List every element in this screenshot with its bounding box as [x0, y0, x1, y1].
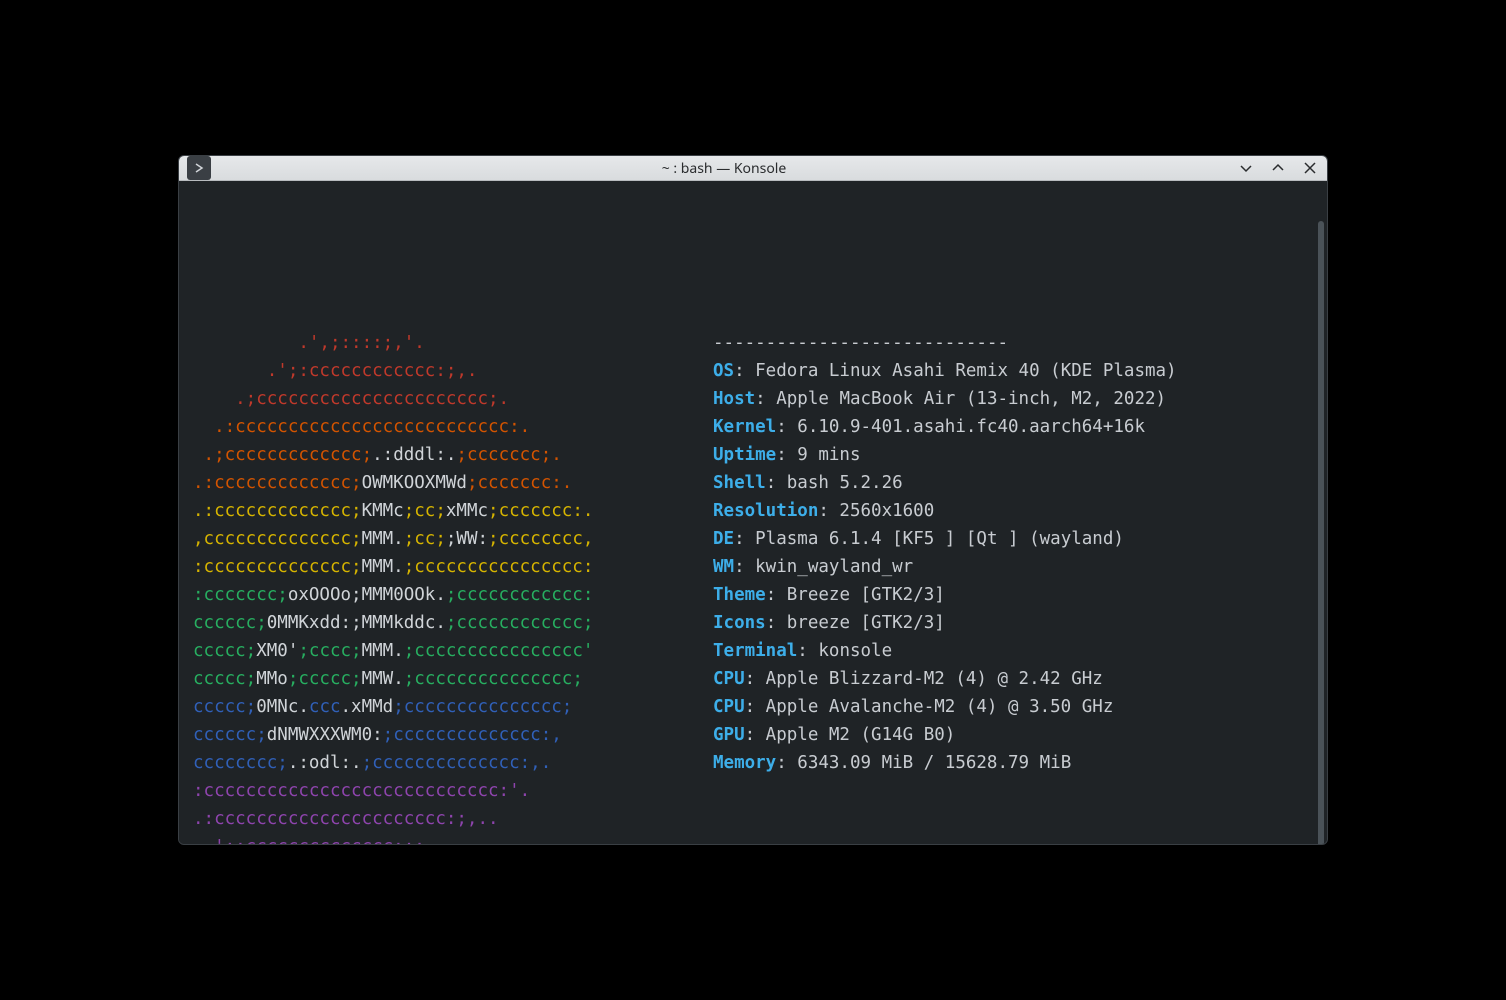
close-icon: [1303, 161, 1317, 175]
info-key-cpu1: CPU: [713, 669, 745, 689]
logo-line: .;cccccccccccccccccccccc;.: [193, 389, 509, 409]
logo-line: ccccc;: [193, 669, 256, 689]
info-key-gpu: GPU: [713, 725, 745, 745]
scrollbar[interactable]: [1318, 221, 1324, 845]
titlebar: ~ : bash — Konsole: [179, 156, 1327, 181]
terminal-area[interactable]: .',;::::;,'. .';:cccccccccccc:;,. .;cccc…: [179, 181, 1327, 845]
logo-line: .:ccccccccccccc;: [193, 473, 362, 493]
logo-line: :cccccccccccccccccccccccccccc:'.: [193, 781, 530, 801]
info-val-shell: : bash 5.2.26: [766, 473, 903, 493]
info-val-host: : Apple MacBook Air (13-inch, M2, 2022): [755, 389, 1166, 409]
info-val-icons: : breeze [GTK2/3]: [766, 613, 945, 633]
chevron-right-icon: [194, 163, 204, 173]
logo-line: '::cccccccccccccc::;,.: [193, 837, 446, 845]
info-val-terminal: : konsole: [797, 641, 892, 661]
info-key-theme: Theme: [713, 585, 766, 605]
info-key-de: DE: [713, 529, 734, 549]
info-key-kernel: Kernel: [713, 417, 776, 437]
info-val-theme: : Breeze [GTK2/3]: [766, 585, 945, 605]
info-key-shell: Shell: [713, 473, 766, 493]
info-key-icons: Icons: [713, 613, 766, 633]
close-button[interactable]: [1301, 159, 1319, 177]
info-val-uptime: : 9 mins: [776, 445, 860, 465]
logo-line: :ccccccc;: [193, 585, 288, 605]
window-title: ~ : bash — Konsole: [211, 159, 1237, 178]
info-key-terminal: Terminal: [713, 641, 797, 661]
info-separator: ----------------------------: [713, 333, 1008, 353]
info-val-wm: : kwin_wayland_wr: [734, 557, 913, 577]
info-val-gpu: : Apple M2 (G14G B0): [745, 725, 956, 745]
logo-line: ccccc;: [193, 697, 256, 717]
maximize-button[interactable]: [1269, 159, 1287, 177]
logo-line: .;ccccccccccccc;: [193, 445, 372, 465]
info-val-kernel: : 6.10.9-401.asahi.fc40.aarch64+16k: [776, 417, 1145, 437]
info-key-os: OS: [713, 361, 734, 381]
info-key-host: Host: [713, 389, 755, 409]
konsole-window: ~ : bash — Konsole .',;::::;,'. .';:cccc…: [178, 155, 1328, 845]
info-val-cpu2: : Apple Avalanche-M2 (4) @ 3.50 GHz: [745, 697, 1114, 717]
logo-line: ,cccccccccccccc;: [193, 529, 362, 549]
chevron-up-icon: [1271, 161, 1285, 175]
info-key-uptime: Uptime: [713, 445, 776, 465]
info-val-resolution: : 2560x1600: [818, 501, 934, 521]
chevron-down-icon: [1239, 161, 1253, 175]
color-palette: [713, 793, 1313, 845]
info-key-resolution: Resolution: [713, 501, 818, 521]
system-info: ---------------------------- OS: Fedora …: [623, 301, 1313, 845]
info-val-de: : Plasma 6.1.4 [KF5 ] [Qt ] (wayland): [734, 529, 1124, 549]
logo-line: ccccc;: [193, 641, 256, 661]
logo-line: .:cccccccccccccccccccccc:;,..: [193, 809, 499, 829]
app-menu-button[interactable]: [187, 156, 211, 180]
logo-line: .:cccccccccccccccccccccccccc:.: [193, 417, 530, 437]
logo-line: .',;::::;,'.: [193, 333, 425, 353]
ascii-logo: .',;::::;,'. .';:cccccccccccc:;,. .;cccc…: [193, 301, 623, 845]
info-key-cpu2: CPU: [713, 697, 745, 717]
info-val-cpu1: : Apple Blizzard-M2 (4) @ 2.42 GHz: [745, 669, 1103, 689]
info-val-os: : Fedora Linux Asahi Remix 40 (KDE Plasm…: [734, 361, 1177, 381]
info-key-memory: Memory: [713, 753, 776, 773]
info-val-memory: : 6343.09 MiB / 15628.79 MiB: [776, 753, 1071, 773]
logo-line: .';:cccccccccccc:;,.: [193, 361, 477, 381]
logo-line: cccccc;: [193, 725, 267, 745]
logo-line: .:ccccccccccccc;: [193, 501, 362, 521]
logo-line: cccccc;: [193, 613, 267, 633]
info-key-wm: WM: [713, 557, 734, 577]
logo-line: cccccccc;: [193, 753, 288, 773]
logo-line: :cccccccccccccc;: [193, 557, 362, 577]
minimize-button[interactable]: [1237, 159, 1255, 177]
